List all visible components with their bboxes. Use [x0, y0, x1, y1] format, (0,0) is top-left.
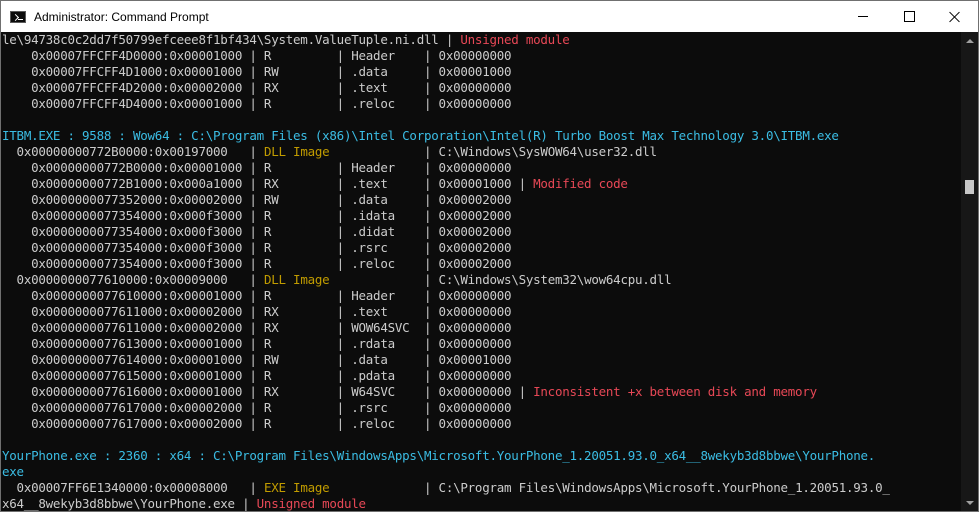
- console-text: exe: [2, 464, 24, 479]
- title-bar[interactable]: Administrator: Command Prompt: [1, 1, 978, 32]
- console-line: 0x00007FFCFF4D0000:0x00001000 | R | Head…: [2, 48, 960, 64]
- console-line: 0x00000000772B1000:0x000a1000 | RX | .te…: [2, 176, 960, 192]
- console-line: 0x0000000077354000:0x000f3000 | R | .did…: [2, 224, 960, 240]
- console-text: 0x00000000772B0000:0x00001000 | R | Head…: [2, 160, 512, 175]
- scrollbar-thumb[interactable]: [965, 180, 974, 194]
- scroll-up-button[interactable]: [961, 32, 978, 49]
- console-text: 0x0000000077613000:0x00001000 | R | .rda…: [2, 336, 512, 351]
- console-line: ITBM.EXE : 9588 : Wow64 : C:\Program Fil…: [2, 128, 960, 144]
- console-text: 0x0000000077610000:0x00001000 | R | Head…: [2, 288, 512, 303]
- close-button[interactable]: [932, 1, 978, 32]
- console-text: 0x0000000077616000:0x00001000 | RX | W64…: [2, 384, 534, 399]
- maximize-icon: [903, 11, 915, 22]
- chevron-up-icon: [965, 38, 974, 43]
- console-text: 0x00007FFCFF4D2000:0x00002000 | RX | .te…: [2, 80, 512, 95]
- console-line: 0x0000000077617000:0x00002000 | R | .rel…: [2, 416, 960, 432]
- console-text: 0x0000000077614000:0x00001000 | RW | .da…: [2, 352, 512, 367]
- console-text: 0x0000000077611000:0x00002000 | RX | WOW…: [2, 320, 512, 335]
- console-line: 0x0000000077610000:0x00001000 | R | Head…: [2, 288, 960, 304]
- console-text: 0x0000000077352000:0x00002000 | RW | .da…: [2, 192, 512, 207]
- console-text: 0x0000000077615000:0x00001000 | R | .pda…: [2, 368, 512, 383]
- console-line: 0x0000000077617000:0x00002000 | R | .rsr…: [2, 400, 960, 416]
- console-line: 0x00000000772B0000:0x00197000 | DLL Imag…: [2, 144, 960, 160]
- console-line: YourPhone.exe : 2360 : x64 : C:\Program …: [2, 448, 960, 464]
- console-text: ITBM.EXE : 9588 : Wow64 : C:\Program Fil…: [2, 128, 839, 143]
- console-line: x64__8wekyb3d8bbwe\YourPhone.exe | Unsig…: [2, 496, 960, 511]
- console-text: x64__8wekyb3d8bbwe\YourPhone.exe |: [2, 496, 257, 511]
- console-text: 0x0000000077354000:0x000f3000 | R | .did…: [2, 224, 512, 239]
- console-line: 0x0000000077615000:0x00001000 | R | .pda…: [2, 368, 960, 384]
- console-line: 0x0000000077354000:0x000f3000 | R | .rel…: [2, 256, 960, 272]
- vertical-scrollbar[interactable]: [961, 32, 978, 511]
- console-text: EXE Image: [263, 480, 330, 495]
- window-title: Administrator: Command Prompt: [34, 9, 209, 24]
- console-line: 0x0000000077611000:0x00002000 | RX | WOW…: [2, 320, 960, 336]
- console-text: 0x0000000077610000:0x00009000 |: [2, 272, 264, 287]
- console-line: 0x0000000077354000:0x000f3000 | R | .ida…: [2, 208, 960, 224]
- console-text: 0x0000000077354000:0x000f3000 | R | .rsr…: [2, 240, 512, 255]
- console-text: 0x00007FF6E1340000:0x00008000 |: [2, 480, 264, 495]
- console-text: Inconsistent +x between disk and memory: [533, 384, 817, 399]
- console-text: | C:\Program Files\WindowsApps\Microsoft…: [329, 480, 890, 495]
- console-text: 0x0000000077617000:0x00002000 | R | .rel…: [2, 416, 512, 431]
- console-text: 0x00000000772B0000:0x00197000 |: [2, 144, 264, 159]
- command-prompt-window: Administrator: Command Prompt le\94738c0…: [0, 0, 979, 512]
- cmd-icon: [10, 10, 26, 23]
- console-text: DLL Image: [263, 144, 330, 159]
- console-line: exe: [2, 464, 960, 480]
- console-text: Unsigned module: [256, 496, 366, 511]
- minimize-button[interactable]: [840, 1, 886, 32]
- console-text: Modified code: [533, 176, 628, 191]
- console-line: 0x0000000077616000:0x00001000 | RX | W64…: [2, 384, 960, 400]
- minimize-icon: [858, 16, 868, 17]
- console-text: 0x00007FFCFF4D0000:0x00001000 | R | Head…: [2, 48, 512, 63]
- chevron-down-icon: [965, 500, 974, 505]
- console-text: | C:\Windows\System32\wow64cpu.dll: [329, 272, 672, 287]
- console-text: DLL Image: [263, 272, 330, 287]
- console-line: 0x0000000077354000:0x000f3000 | R | .rsr…: [2, 240, 960, 256]
- console-text: le\94738c0c2dd7f50799efceee8f1bf434\Syst…: [2, 32, 461, 47]
- console-line: 0x00007FFCFF4D4000:0x00001000 | R | .rel…: [2, 96, 960, 112]
- console-line: 0x00007FF6E1340000:0x00008000 | EXE Imag…: [2, 480, 960, 496]
- console-line: 0x0000000077352000:0x00002000 | RW | .da…: [2, 192, 960, 208]
- console-text: 0x0000000077354000:0x000f3000 | R | .ida…: [2, 208, 512, 223]
- console-text: 0x0000000077611000:0x00002000 | RX | .te…: [2, 304, 512, 319]
- console-line: 0x00007FFCFF4D2000:0x00002000 | RX | .te…: [2, 80, 960, 96]
- console-line: 0x0000000077611000:0x00002000 | RX | .te…: [2, 304, 960, 320]
- console-text: 0x00000000772B1000:0x000a1000 | RX | .te…: [2, 176, 534, 191]
- console-text: 0x00007FFCFF4D1000:0x00001000 | RW | .da…: [2, 64, 512, 79]
- console-line: 0x0000000077613000:0x00001000 | R | .rda…: [2, 336, 960, 352]
- maximize-button[interactable]: [886, 1, 932, 32]
- close-icon: [949, 11, 961, 23]
- scroll-down-button[interactable]: [961, 494, 978, 511]
- console-text: YourPhone.exe : 2360 : x64 : C:\Program …: [2, 448, 876, 463]
- console-line: 0x00007FFCFF4D1000:0x00001000 | RW | .da…: [2, 64, 960, 80]
- console-text: | C:\Windows\SysWOW64\user32.dll: [329, 144, 657, 159]
- console-line: 0x0000000077614000:0x00001000 | RW | .da…: [2, 352, 960, 368]
- console-line: 0x00000000772B0000:0x00001000 | R | Head…: [2, 160, 960, 176]
- console-text: 0x0000000077617000:0x00002000 | R | .rsr…: [2, 400, 512, 415]
- console-line: le\94738c0c2dd7f50799efceee8f1bf434\Syst…: [2, 32, 960, 48]
- console-text: 0x00007FFCFF4D4000:0x00001000 | R | .rel…: [2, 96, 512, 111]
- console-output[interactable]: le\94738c0c2dd7f50799efceee8f1bf434\Syst…: [2, 32, 960, 511]
- console-line: 0x0000000077610000:0x00009000 | DLL Imag…: [2, 272, 960, 288]
- console-text: Unsigned module: [460, 32, 570, 47]
- console-text: 0x0000000077354000:0x000f3000 | R | .rel…: [2, 256, 512, 271]
